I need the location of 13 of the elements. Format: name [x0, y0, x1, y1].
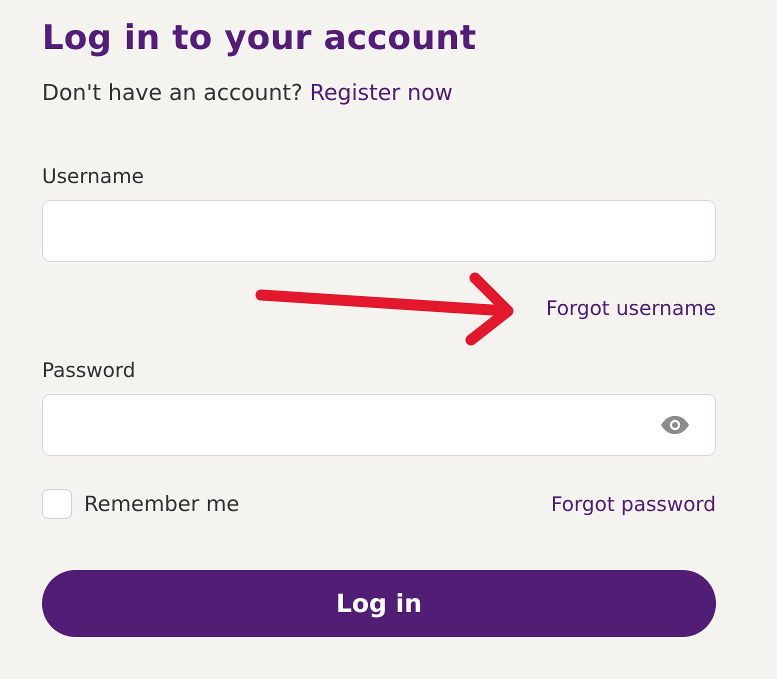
forgot-username-link[interactable]: Forgot username	[546, 294, 716, 322]
remember-checkbox[interactable]	[42, 489, 72, 519]
login-button[interactable]: Log in	[42, 570, 716, 637]
field-label: Username	[42, 163, 145, 190]
field-label: Password	[42, 357, 136, 384]
register-prompt: Don't have an account? Register now	[42, 80, 453, 108]
forgot-password-link[interactable]: Forgot password	[551, 490, 716, 518]
username-field[interactable]	[42, 200, 716, 262]
eye-icon[interactable]	[661, 416, 689, 434]
remember-label: Remember me	[84, 491, 240, 518]
page-title: Log in to your account	[42, 17, 476, 60]
password-field[interactable]	[42, 394, 716, 456]
register-link[interactable]: Register now	[310, 81, 453, 106]
